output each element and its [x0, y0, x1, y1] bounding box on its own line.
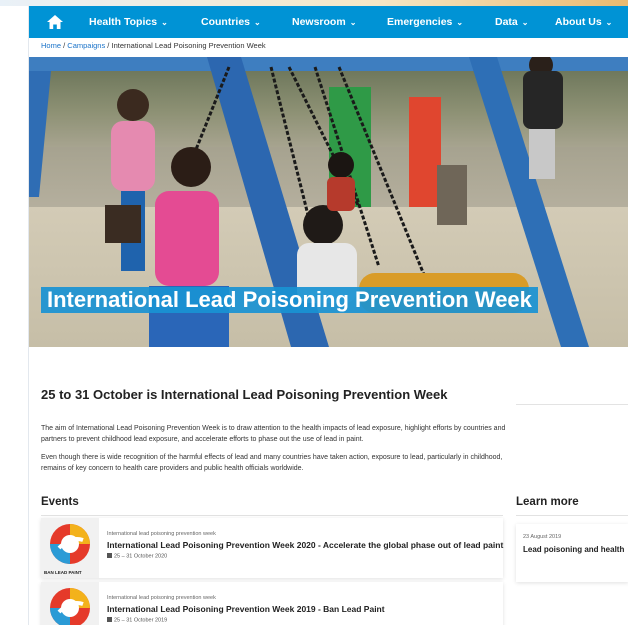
page-heading: 25 to 31 October is International Lead P… — [41, 387, 448, 402]
event-date-text: 25 – 31 October 2019 — [114, 617, 168, 624]
event-thumbnail: BAN LEAD PAINT — [41, 518, 99, 578]
events-heading: Events — [41, 496, 79, 508]
calendar-icon — [107, 553, 112, 558]
nav-item-label: About Us — [555, 16, 602, 28]
chevron-down-icon: ⌄ — [521, 17, 529, 27]
hero-banner: International Lead Poisoning Prevention … — [29, 57, 628, 347]
chevron-down-icon: ⌄ — [254, 17, 261, 27]
thumbnail-caption: BAN LEAD PAINT — [44, 570, 82, 575]
calendar-icon — [107, 617, 112, 622]
nav-item-label: Newsroom — [292, 16, 346, 28]
divider — [41, 515, 503, 516]
main-nav: Health Topics ⌄ Countries ⌄ Newsroom ⌄ Emer… — [29, 6, 628, 38]
intro-paragraph: The aim of International Lead Poisoning … — [41, 425, 506, 443]
event-category: International lead poisoning prevention … — [107, 531, 216, 537]
nav-item-newsroom[interactable]: Newsroom ⌄ — [292, 6, 356, 38]
event-title-link[interactable]: International Lead Poisoning Prevention … — [107, 540, 503, 550]
divider — [516, 404, 628, 405]
event-date-text: 25 – 31 October 2020 — [114, 553, 168, 560]
nav-item-emergencies[interactable]: Emergencies ⌄ — [387, 6, 463, 38]
breadcrumb-campaigns-link[interactable]: Campaigns — [67, 41, 105, 50]
event-date: 25 – 31 October 2019 — [107, 617, 167, 624]
event-thumbnail — [41, 582, 99, 625]
ban-lead-paint-logo — [50, 524, 90, 564]
learn-more-link[interactable]: Lead poisoning and health — [523, 545, 624, 554]
nav-item-label: Countries — [201, 16, 251, 28]
nav-home-button[interactable] — [29, 6, 81, 38]
page: Health Topics ⌄ Countries ⌄ Newsroom ⌄ Emer… — [28, 6, 628, 625]
hero-title: International Lead Poisoning Prevention … — [41, 287, 538, 313]
nav-item-about-us[interactable]: About Us ⌄ — [555, 6, 612, 38]
divider — [516, 515, 628, 516]
learn-more-card[interactable]: 23 August 2019 Lead poisoning and health — [516, 524, 628, 582]
nav-item-data[interactable]: Data ⌄ — [495, 6, 528, 38]
chevron-down-icon: ⌄ — [456, 17, 464, 27]
nav-item-label: Health Topics — [89, 16, 158, 28]
breadcrumb-home-link[interactable]: Home — [41, 41, 61, 50]
home-icon — [47, 15, 63, 29]
ban-lead-paint-logo — [50, 588, 90, 625]
nav-item-health-topics[interactable]: Health Topics ⌄ — [89, 6, 168, 38]
event-category: International lead poisoning prevention … — [107, 595, 216, 601]
learn-more-date: 23 August 2019 — [523, 534, 562, 540]
breadcrumb-current: International Lead Poisoning Prevention … — [111, 41, 266, 50]
nav-item-label: Data — [495, 16, 518, 28]
breadcrumb: Home / Campaigns / International Lead Po… — [41, 41, 266, 50]
chevron-down-icon: ⌄ — [349, 17, 357, 27]
nav-item-countries[interactable]: Countries ⌄ — [201, 6, 261, 38]
nav-item-label: Emergencies — [387, 16, 453, 28]
chevron-down-icon: ⌄ — [161, 17, 168, 27]
learn-more-heading: Learn more — [516, 496, 579, 508]
event-date: 25 – 31 October 2020 — [107, 553, 167, 560]
event-title-link[interactable]: International Lead Poisoning Prevention … — [107, 604, 385, 614]
intro-paragraph: Even though there is wide recognition of… — [41, 454, 503, 472]
event-card[interactable]: International lead poisoning prevention … — [41, 582, 503, 625]
chevron-down-icon: ⌄ — [605, 17, 613, 27]
event-card[interactable]: BAN LEAD PAINT International lead poison… — [41, 518, 503, 578]
